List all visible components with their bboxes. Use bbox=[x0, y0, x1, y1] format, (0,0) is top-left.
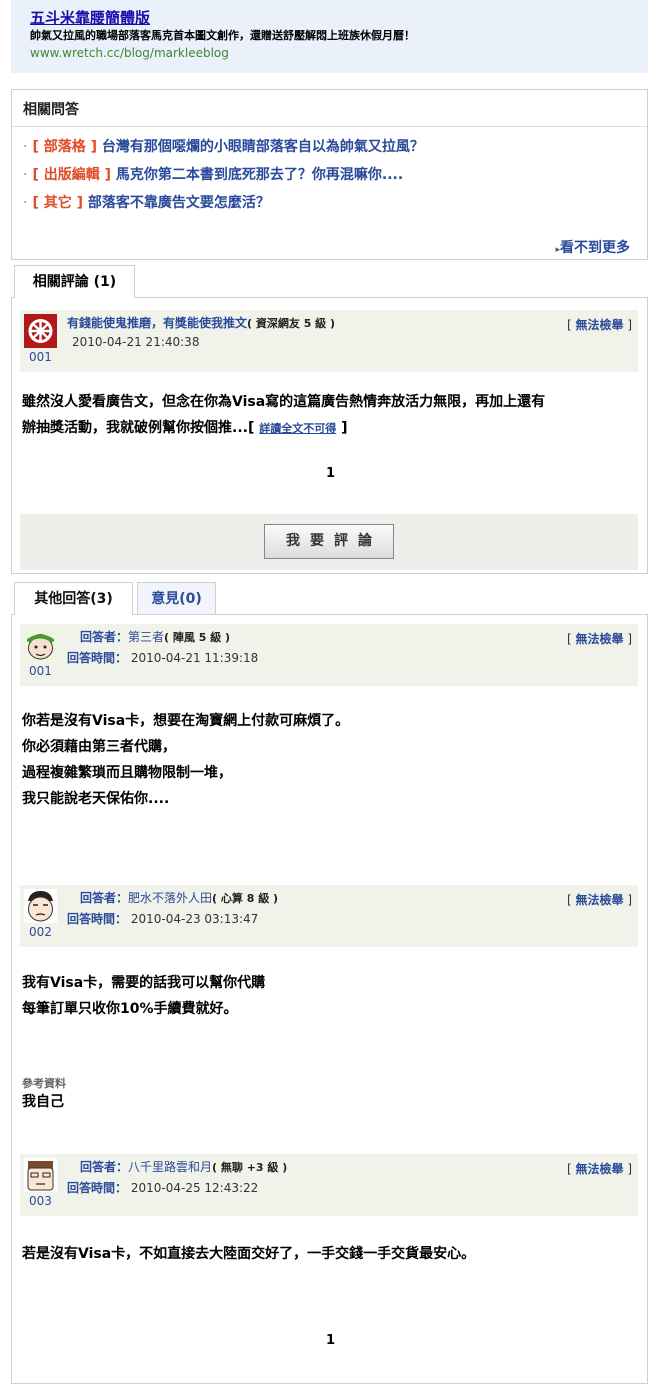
answerer-name-link[interactable]: 八千里路雲和月 bbox=[128, 1160, 212, 1174]
report-button[interactable]: [ 無法檢舉 ] bbox=[567, 891, 632, 908]
ad-title-link[interactable]: 五斗米靠腰簡體版 bbox=[30, 8, 648, 28]
tab-related-comments[interactable]: 相關評論 (1) bbox=[14, 265, 135, 298]
answer-time: 2010-04-25 12:43:22 bbox=[130, 1181, 259, 1195]
report-label: 無法檢舉 bbox=[575, 632, 624, 646]
answerer-label: 回答者： bbox=[80, 1160, 129, 1174]
qa-category-link[interactable]: [ 出版編輯 ] bbox=[32, 167, 111, 183]
comment-header: 001 有錢能使鬼推磨，有獎能使我推文( 資深網友 5 級 ) 2010-04-… bbox=[20, 310, 638, 372]
answerer-label: 回答者： bbox=[80, 630, 129, 644]
answer-body: 你若是沒有Visa卡，想要在淘寶網上付款可麻煩了。 你必須藉由第三者代購， 過程… bbox=[22, 708, 349, 812]
comment-button-bar: 我要評論 bbox=[20, 514, 638, 570]
report-label: 無法檢舉 bbox=[575, 893, 624, 907]
write-comment-button[interactable]: 我要評論 bbox=[264, 524, 394, 559]
cartoon-face-icon bbox=[24, 628, 57, 662]
avatar[interactable] bbox=[24, 628, 57, 662]
comment-line: 雖然沒人愛看廣告文，但念在你為Visa寫的這篇廣告熱情奔放活力無限，再加上還有 bbox=[22, 394, 546, 410]
commenter-rank: ( 資深網友 5 級 ) bbox=[247, 317, 336, 330]
answerer-info: 回答者：第三者( 陣風 5 級 ) bbox=[80, 628, 230, 645]
answer-time-label: 回答時間： bbox=[67, 912, 128, 926]
ad-url[interactable]: www.wretch.cc/blog/markleeblog bbox=[30, 44, 648, 62]
answerer-name-link[interactable]: 第三者 bbox=[128, 630, 164, 644]
related-qa-list: ·[ 部落格 ] 台灣有那個噁爛的小眼睛部落客自以為帥氣又拉風？ ·[ 出版編輯… bbox=[12, 127, 647, 217]
report-button[interactable]: [ 無法檢舉 ] bbox=[567, 1160, 632, 1177]
report-label: 無法檢舉 bbox=[575, 318, 624, 332]
report-label: 無法檢舉 bbox=[575, 1162, 624, 1176]
qa-question-link[interactable]: 馬克你第二本書到底死那去了？你再混嘛你.... bbox=[116, 167, 403, 183]
answer-header: 001 回答者：第三者( 陣風 5 級 ) 回答時間： 2010-04-21 1… bbox=[20, 624, 638, 686]
avatar[interactable] bbox=[24, 1158, 57, 1192]
cartoon-face-icon bbox=[24, 889, 57, 923]
bullet-dot: · bbox=[23, 167, 28, 183]
ad-description: 帥氣又拉風的職場部落客馬克首本圖文創作，還贈送舒壓解悶上班族休假月曆！ bbox=[30, 29, 415, 42]
related-qa-item[interactable]: ·[ 其它 ] 部落客不靠廣告文要怎麼活？ bbox=[23, 189, 647, 217]
answer-number: 003 bbox=[29, 1194, 52, 1208]
answer-time-label: 回答時間： bbox=[67, 1181, 128, 1195]
answer-number: 002 bbox=[29, 925, 52, 939]
see-more-label: 看不到更多 bbox=[560, 240, 630, 256]
avatar[interactable] bbox=[24, 314, 57, 348]
answers-page-number[interactable]: 1 bbox=[326, 1333, 335, 1348]
related-qa-box: 相關問答 ·[ 部落格 ] 台灣有那個噁爛的小眼睛部落客自以為帥氣又拉風？ ·[… bbox=[11, 89, 648, 260]
answerer-label: 回答者： bbox=[80, 891, 129, 905]
qa-category-link[interactable]: [ 部落格 ] bbox=[32, 139, 97, 155]
reference-text: 我自己 bbox=[22, 1094, 64, 1110]
answer-number: 001 bbox=[29, 664, 52, 678]
commenter-name-link[interactable]: 有錢能使鬼推磨，有獎能使我推文 bbox=[67, 316, 247, 330]
emblem-icon bbox=[24, 314, 57, 348]
answer-time-row: 回答時間： 2010-04-25 12:43:22 bbox=[67, 1179, 258, 1196]
tab-other-answers[interactable]: 其他回答(3) bbox=[14, 582, 133, 615]
answer-body: 我有Visa卡，需要的話我可以幫你代購 每筆訂單只收你10%手續費就好。 bbox=[22, 970, 265, 1022]
related-qa-heading: 相關問答 bbox=[12, 90, 647, 127]
answer-time-row: 回答時間： 2010-04-23 03:13:47 bbox=[67, 910, 258, 927]
comments-page-number[interactable]: 1 bbox=[326, 466, 335, 481]
report-button[interactable]: [ 無法檢舉 ] bbox=[567, 316, 632, 333]
related-qa-item[interactable]: ·[ 出版編輯 ] 馬克你第二本書到底死那去了？你再混嘛你.... bbox=[23, 161, 647, 189]
read-full-link[interactable]: 詳讀全文不可得 bbox=[259, 422, 336, 435]
tab-opinions[interactable]: 意見(0) bbox=[137, 582, 216, 615]
related-qa-item[interactable]: ·[ 部落格 ] 台灣有那個噁爛的小眼睛部落客自以為帥氣又拉風？ bbox=[23, 133, 647, 161]
answer-time: 2010-04-21 11:39:18 bbox=[130, 651, 259, 665]
comment-number: 001 bbox=[29, 350, 52, 364]
answer-line: 我只能說老天保佑你.... bbox=[22, 791, 170, 807]
answerer-rank: ( 陣風 5 級 ) bbox=[164, 631, 231, 644]
answer-line: 你若是沒有Visa卡，想要在淘寶網上付款可麻煩了。 bbox=[22, 713, 350, 729]
qa-question-link[interactable]: 台灣有那個噁爛的小眼睛部落客自以為帥氣又拉風？ bbox=[102, 139, 424, 155]
answerer-info: 回答者：肥水不落外人田( 心算 8 級 ) bbox=[80, 889, 278, 906]
answer-line: 過程複雜繁瑣而且購物限制一堆， bbox=[22, 765, 232, 781]
answer-time: 2010-04-23 03:13:47 bbox=[130, 912, 259, 926]
comment-time: 2010-04-21 21:40:38 bbox=[72, 335, 200, 349]
comment-line: 辦抽獎活動，我就破例幫你按個推... bbox=[22, 420, 248, 436]
answer-header: 003 回答者：八千里路雲和月( 無聊 +3 級 ) 回答時間： 2010-04… bbox=[20, 1154, 638, 1216]
comment-body: 雖然沒人愛看廣告文，但念在你為Visa寫的這篇廣告熱情奔放活力無限，再加上還有 … bbox=[22, 389, 545, 442]
answer-line: 我有Visa卡，需要的話我可以幫你代購 bbox=[22, 975, 266, 991]
comments-panel: 001 有錢能使鬼推磨，有獎能使我推文( 資深網友 5 級 ) 2010-04-… bbox=[11, 297, 648, 574]
comment-line-2: 辦抽獎活動，我就破例幫你按個推...[ 詳讀全文不可得 ] bbox=[22, 420, 348, 436]
answer-time-label: 回答時間： bbox=[67, 651, 128, 665]
answer-body: 若是沒有Visa卡，不如直接去大陸面交好了，一手交錢一手交貨最安心。 bbox=[22, 1241, 475, 1267]
qa-question-link[interactable]: 部落客不靠廣告文要怎麼活？ bbox=[88, 195, 270, 211]
answer-line: 你必須藉由第三者代購， bbox=[22, 739, 176, 755]
sponsored-ad: 五斗米靠腰簡體版 帥氣又拉風的職場部落客馬克首本圖文創作，還贈送舒壓解悶上班族休… bbox=[11, 0, 648, 73]
answer-line: 每筆訂單只收你10%手續費就好。 bbox=[22, 1001, 238, 1017]
answers-panel: 001 回答者：第三者( 陣風 5 級 ) 回答時間： 2010-04-21 1… bbox=[11, 614, 648, 1384]
bullet-dot: · bbox=[23, 195, 28, 211]
avatar[interactable] bbox=[24, 889, 57, 923]
answer-time-row: 回答時間： 2010-04-21 11:39:18 bbox=[67, 649, 258, 666]
report-button[interactable]: [ 無法檢舉 ] bbox=[567, 630, 632, 647]
bullet-dot: · bbox=[23, 139, 28, 155]
answerer-rank: ( 無聊 +3 級 ) bbox=[212, 1161, 288, 1174]
cartoon-face-icon bbox=[24, 1158, 57, 1192]
answerer-rank: ( 心算 8 級 ) bbox=[212, 892, 279, 905]
commenter-info: 有錢能使鬼推磨，有獎能使我推文( 資深網友 5 級 ) bbox=[67, 314, 335, 331]
answerer-info: 回答者：八千里路雲和月( 無聊 +3 級 ) bbox=[80, 1158, 287, 1175]
answer-line: 若是沒有Visa卡，不如直接去大陸面交好了，一手交錢一手交貨最安心。 bbox=[22, 1246, 476, 1262]
answerer-name-link[interactable]: 肥水不落外人田 bbox=[128, 891, 212, 905]
qa-category-link[interactable]: [ 其它 ] bbox=[32, 195, 83, 211]
answer-header: 002 回答者：肥水不落外人田( 心算 8 級 ) 回答時間： 2010-04-… bbox=[20, 885, 638, 947]
see-more-link[interactable]: ▸看不到更多 bbox=[555, 237, 630, 257]
